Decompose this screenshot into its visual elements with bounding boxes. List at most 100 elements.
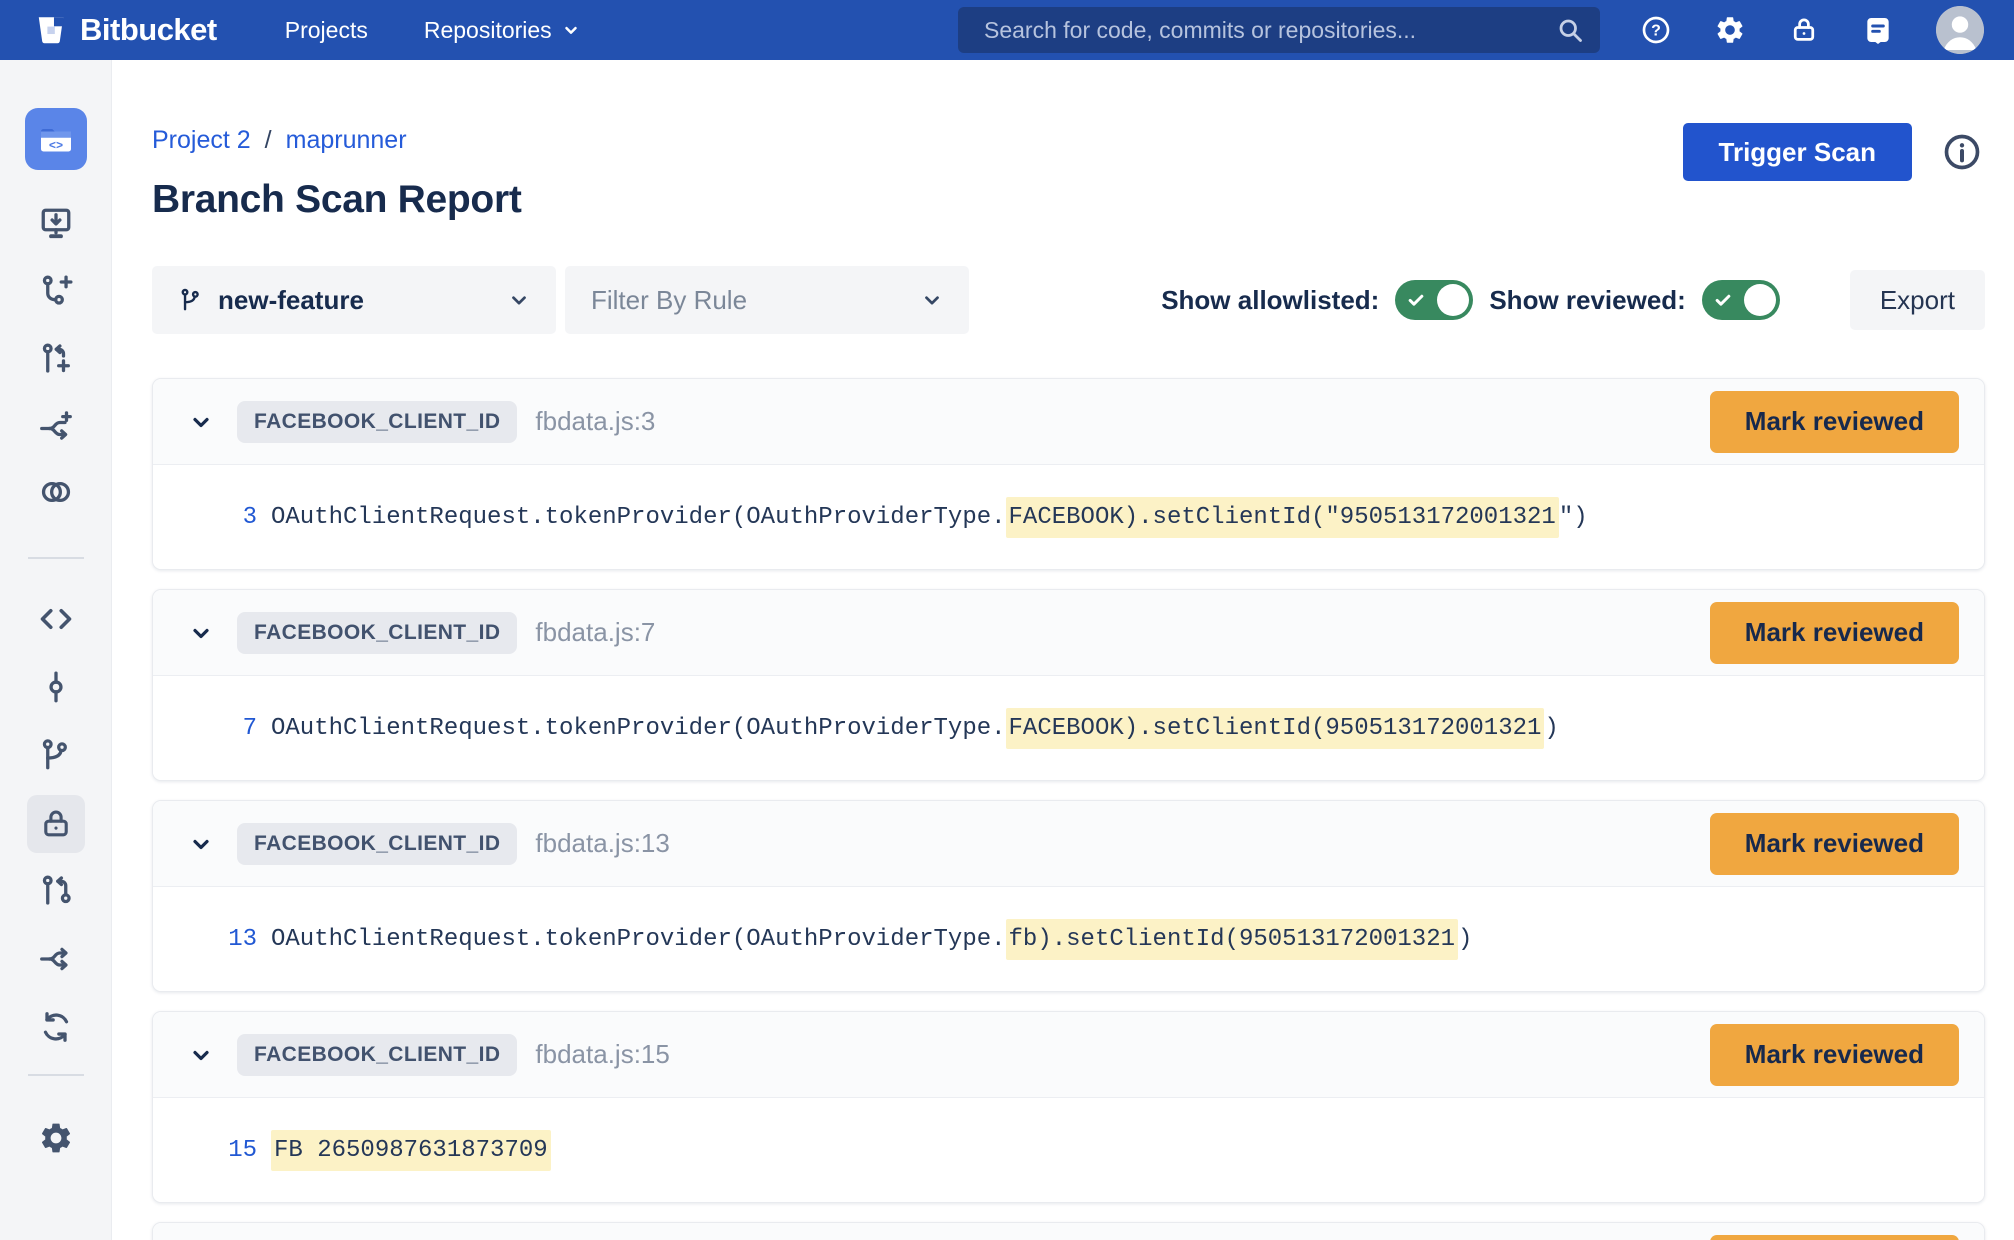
code-suffix: ) [1458,926,1472,953]
chevron-down-icon[interactable] [189,410,213,434]
mark-reviewed-button[interactable]: Mark reviewed [1710,391,1959,453]
bitbucket-bucket-icon [34,13,68,47]
toggle-knob [1437,284,1469,316]
info-icon[interactable] [1942,132,1982,172]
show-allowlisted-label: Show allowlisted: [1161,285,1379,316]
finding-location: fbdata.js:3 [535,406,655,437]
branches-icon[interactable] [38,737,74,773]
finding-card: FACEBOOK_CLIENT_ID fbdata.js:7 Mark revi… [152,589,1985,781]
finding-card: FACEBOOK_CLIENT_ID fbdata.js:3 Mark revi… [152,378,1985,570]
finding-header: FACEBOOK_CLIENT_ID fbdata.js:15 Mark rev… [153,1012,1984,1098]
code-prefix: OAuthClientRequest.tokenProvider(OAuthPr… [271,926,1006,953]
create-pull-request-icon[interactable] [38,341,74,377]
finding-card: Mark reviewed [152,1222,1985,1240]
help-icon[interactable]: ? [1640,14,1672,46]
filter-toolbar: new-feature Filter By Rule Show allowlis… [152,266,1985,334]
main-content: Project 2 / maprunner Branch Scan Report… [112,60,2014,1240]
line-number: 3 [153,504,257,531]
settings-icon[interactable] [38,1120,74,1156]
svg-text:<>: <> [48,139,62,153]
code-prefix: OAuthClientRequest.tokenProvider(OAuthPr… [271,715,1006,742]
finding-header: Mark reviewed [153,1223,1984,1240]
check-icon [1713,290,1733,310]
finding-code-row: 15 FB 2650987631873709 [153,1098,1984,1202]
show-reviewed-label: Show reviewed: [1489,285,1686,316]
finding-header: FACEBOOK_CLIENT_ID fbdata.js:13 Mark rev… [153,801,1984,887]
pull-requests-icon[interactable] [38,873,74,909]
mark-reviewed-button[interactable]: Mark reviewed [1710,1024,1959,1086]
show-allowlisted-toggle[interactable] [1395,280,1473,320]
security-scan-icon[interactable] [27,795,85,853]
clone-icon[interactable] [38,205,74,241]
bitbucket-branch-scan-screen: Bitbucket Projects Repositories ? [0,0,2014,1240]
show-reviewed-toggle[interactable] [1702,280,1780,320]
search-input[interactable] [984,17,1556,44]
toggle-knob [1744,284,1776,316]
header-actions: Trigger Scan [1683,123,1983,181]
code-line: OAuthClientRequest.tokenProvider(OAuthPr… [271,926,1472,953]
repo-sidebar: <> [0,60,112,1240]
nav-repositories[interactable]: Repositories [424,17,580,44]
logo-text: Bitbucket [80,12,217,48]
fork-repo-icon[interactable] [38,409,74,445]
svg-text:?: ? [1651,23,1661,40]
finding-card: FACEBOOK_CLIENT_ID fbdata.js:15 Mark rev… [152,1011,1985,1203]
code-highlight: fb).setClientId(950513172001321 [1006,919,1458,960]
trigger-scan-button[interactable]: Trigger Scan [1683,123,1913,181]
lock-icon[interactable] [1788,14,1820,46]
chevron-down-icon [508,289,530,311]
repository-avatar[interactable]: <> [25,108,87,170]
rule-badge: FACEBOOK_CLIENT_ID [237,612,517,654]
rule-filter-placeholder: Filter By Rule [591,285,747,316]
chevron-down-icon[interactable] [189,832,213,856]
code-highlight: FACEBOOK).setClientId(950513172001321 [1006,708,1545,749]
compare-icon[interactable] [38,474,74,510]
mark-reviewed-button[interactable]: Mark reviewed [1710,1235,1959,1240]
breadcrumb-repo-link[interactable]: maprunner [286,126,407,155]
finding-card: FACEBOOK_CLIENT_ID fbdata.js:13 Mark rev… [152,800,1985,992]
rule-filter-selector[interactable]: Filter By Rule [565,266,969,334]
line-number: 15 [153,1137,257,1164]
finding-location: fbdata.js:15 [535,1039,669,1070]
top-navigation: Bitbucket Projects Repositories ? [0,0,2014,60]
breadcrumb: Project 2 / maprunner [152,126,407,155]
chevron-down-icon [562,21,580,39]
code-highlight: FB 2650987631873709 [271,1130,551,1171]
gear-icon[interactable] [1714,14,1746,46]
rule-badge: FACEBOOK_CLIENT_ID [237,1034,517,1076]
finding-code-row: 3 OAuthClientRequest.tokenProvider(OAuth… [153,465,1984,569]
code-line: OAuthClientRequest.tokenProvider(OAuthPr… [271,715,1559,742]
commits-icon[interactable] [38,669,74,705]
export-button[interactable]: Export [1850,270,1985,330]
primary-nav: Projects Repositories [285,17,580,44]
finding-location: fbdata.js:7 [535,617,655,648]
sidebar-divider [28,1074,84,1076]
mark-reviewed-button[interactable]: Mark reviewed [1710,813,1959,875]
branch-selector-value: new-feature [218,285,364,316]
global-search[interactable] [958,7,1600,53]
chevron-down-icon[interactable] [189,621,213,645]
create-branch-icon[interactable] [38,273,74,309]
finding-header: FACEBOOK_CLIENT_ID fbdata.js:3 Mark revi… [153,379,1984,465]
page-title: Branch Scan Report [152,178,522,222]
branch-selector[interactable]: new-feature [152,266,556,334]
chevron-down-icon [921,289,943,311]
code-line: FB 2650987631873709 [271,1137,551,1164]
source-code-icon[interactable] [38,601,74,637]
branch-icon [178,287,204,313]
finding-code-row: 7 OAuthClientRequest.tokenProvider(OAuth… [153,676,1984,780]
rule-badge: FACEBOOK_CLIENT_ID [237,823,517,865]
line-number: 13 [153,926,257,953]
chevron-down-icon[interactable] [189,1043,213,1067]
code-prefix: OAuthClientRequest.tokenProvider(OAuthPr… [271,504,1006,531]
search-icon[interactable] [1556,16,1584,44]
forks-icon[interactable] [38,941,74,977]
bitbucket-logo[interactable]: Bitbucket [34,12,217,48]
feedback-icon[interactable] [1862,14,1894,46]
finding-code-row: 13 OAuthClientRequest.tokenProvider(OAut… [153,887,1984,991]
breadcrumb-project-link[interactable]: Project 2 [152,126,251,155]
nav-projects[interactable]: Projects [285,17,368,44]
mark-reviewed-button[interactable]: Mark reviewed [1710,602,1959,664]
builds-icon[interactable] [38,1009,74,1045]
avatar[interactable] [1936,6,1984,54]
